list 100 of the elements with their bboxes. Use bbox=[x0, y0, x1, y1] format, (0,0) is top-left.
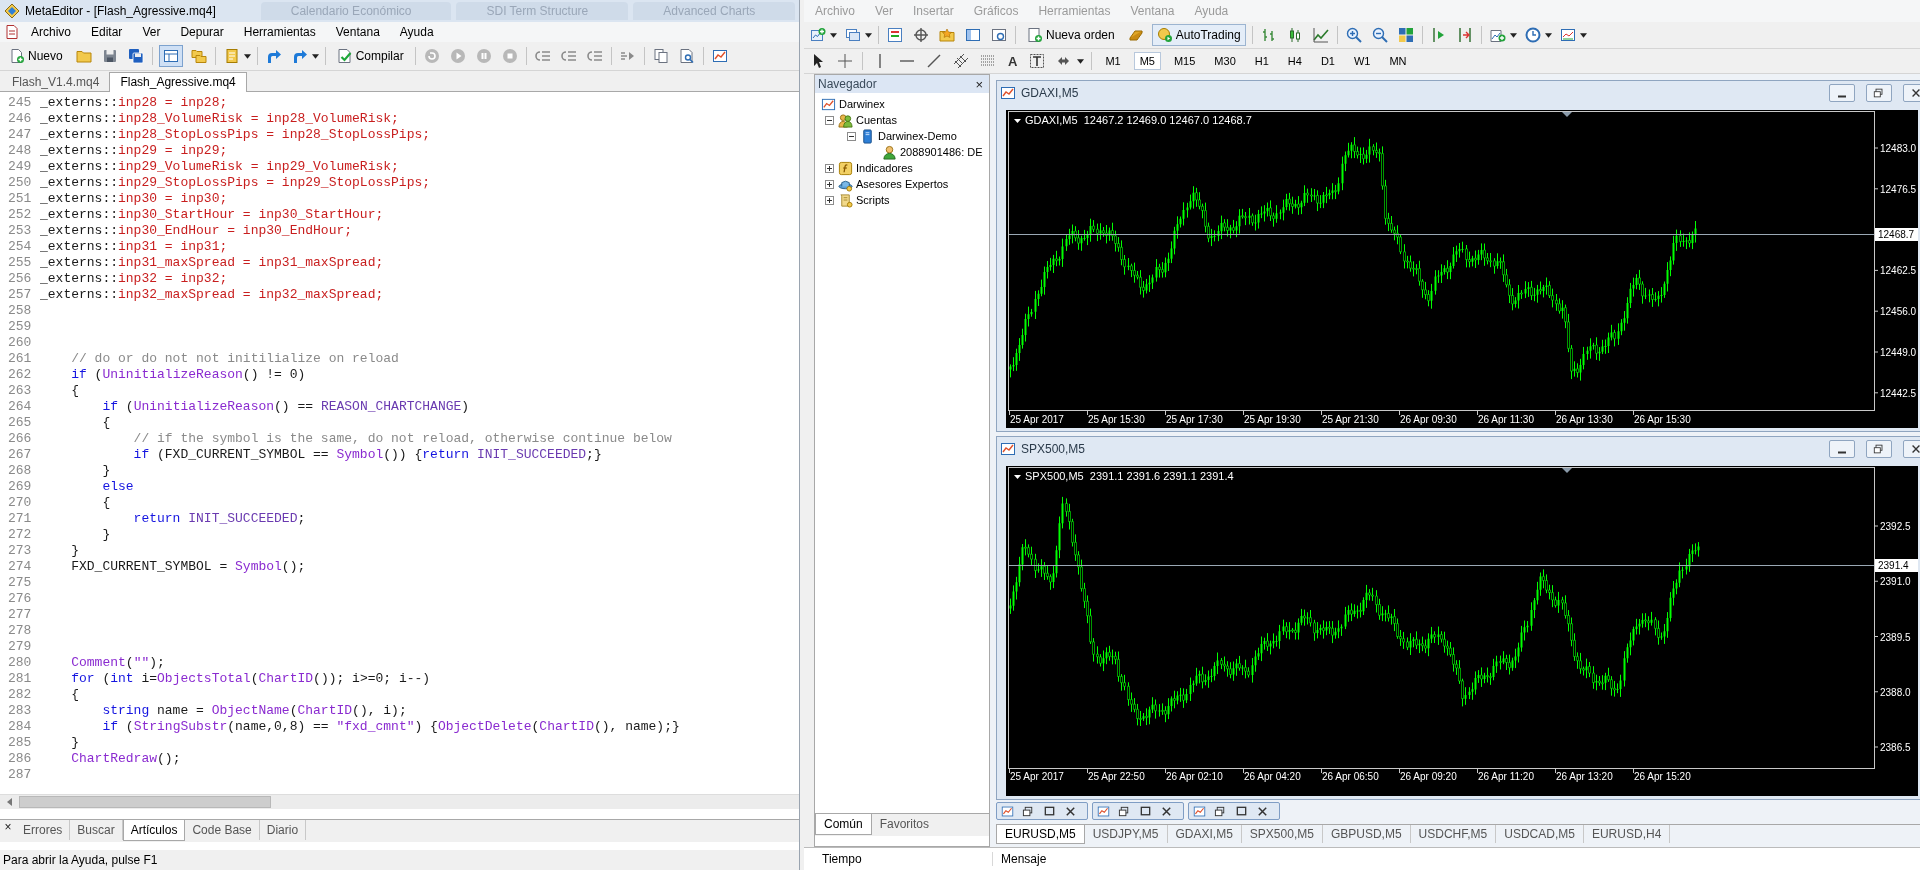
chart-tab[interactable]: USDJPY,M5 bbox=[1084, 825, 1168, 843]
caret-icon[interactable] bbox=[830, 32, 837, 38]
timeframe-button[interactable]: W1 bbox=[1347, 52, 1377, 70]
panel-tab[interactable]: Favoritos bbox=[871, 814, 938, 834]
close-icon[interactable] bbox=[1160, 804, 1173, 818]
list-icon[interactable] bbox=[586, 48, 603, 64]
expand-box-icon[interactable] bbox=[825, 163, 834, 173]
horizontal-scrollbar[interactable] bbox=[0, 794, 799, 809]
timeframe-button[interactable]: M15 bbox=[1167, 52, 1202, 70]
copy-icon[interactable] bbox=[652, 48, 669, 64]
tree-item[interactable]: Cuentas bbox=[856, 114, 897, 126]
timeframe-button[interactable]: H4 bbox=[1281, 52, 1308, 70]
menu-item[interactable]: Depurar bbox=[171, 24, 233, 40]
tile-icon[interactable] bbox=[1397, 27, 1414, 43]
caret-icon[interactable] bbox=[243, 53, 251, 59]
tree-item[interactable]: Darwinex bbox=[839, 98, 885, 110]
chart-tab[interactable]: SPX500,M5 bbox=[1241, 825, 1323, 843]
maximize-icon[interactable] bbox=[1139, 804, 1152, 818]
timeframe-button[interactable]: MN bbox=[1383, 52, 1413, 70]
caret-icon[interactable] bbox=[1579, 32, 1587, 38]
curved-arrow-icon[interactable] bbox=[265, 48, 282, 64]
search-file-icon[interactable] bbox=[678, 48, 695, 64]
layout-toggle[interactable] bbox=[158, 45, 183, 67]
save-icon[interactable] bbox=[101, 48, 118, 64]
text-label-icon[interactable] bbox=[1029, 53, 1046, 69]
menu-item[interactable]: Herramientas bbox=[234, 24, 325, 40]
chart-tab[interactable]: EURUSD,M5 bbox=[996, 825, 1085, 844]
close-button[interactable]: × bbox=[0, 820, 16, 834]
tree-item[interactable]: Asesores Expertos bbox=[856, 178, 949, 190]
expand-box-icon[interactable] bbox=[825, 179, 834, 189]
restore-icon[interactable] bbox=[1118, 804, 1131, 818]
panel-icon[interactable] bbox=[965, 27, 981, 43]
maximize-icon[interactable] bbox=[1043, 804, 1056, 818]
restore-icon[interactable] bbox=[1214, 804, 1227, 818]
tester-icon[interactable] bbox=[991, 27, 1007, 43]
zoom-out-icon[interactable] bbox=[1371, 27, 1388, 43]
close-icon[interactable] bbox=[1064, 804, 1077, 818]
menu-item[interactable]: Ayuda bbox=[390, 24, 443, 40]
template-icon[interactable] bbox=[1559, 27, 1576, 43]
menu-item[interactable]: Ventana bbox=[326, 24, 389, 40]
folders-icon[interactable] bbox=[190, 48, 207, 64]
chart-shift-icon[interactable] bbox=[1456, 27, 1473, 43]
restore-icon[interactable] bbox=[1022, 804, 1035, 818]
menu-item[interactable]: Archivo bbox=[22, 24, 80, 40]
scrollbar-thumb[interactable] bbox=[19, 796, 271, 808]
close-icon[interactable] bbox=[1256, 804, 1269, 818]
toolbox-tab[interactable]: Code Base bbox=[185, 820, 260, 840]
text-tool[interactable]: A bbox=[1005, 53, 1021, 69]
file-tab[interactable]: Flash_Agressive.mq4 bbox=[109, 72, 247, 92]
shift-marker-icon[interactable] bbox=[1562, 468, 1572, 473]
chart-tab[interactable]: GBPUSD,M5 bbox=[1322, 825, 1411, 843]
minimized-window[interactable] bbox=[1092, 802, 1184, 820]
chart-tab[interactable]: USDCAD,M5 bbox=[1496, 825, 1584, 843]
new-button[interactable]: Nuevo bbox=[4, 45, 68, 67]
panel-tab[interactable]: Común bbox=[815, 814, 872, 835]
timeframe-button[interactable]: M1 bbox=[1099, 52, 1127, 70]
save-all-icon[interactable] bbox=[127, 48, 144, 64]
toolbox-tab[interactable]: Diario bbox=[259, 820, 307, 840]
caret-icon[interactable] bbox=[865, 32, 872, 38]
toolbox-tab[interactable]: Errores bbox=[16, 820, 71, 840]
compile-button[interactable]: Compilar bbox=[331, 45, 409, 67]
bar-chart-icon[interactable] bbox=[1260, 27, 1277, 43]
minimize-button[interactable] bbox=[1829, 440, 1855, 458]
zoom-in-icon[interactable] bbox=[1345, 27, 1362, 43]
chart-plus-icon[interactable] bbox=[810, 27, 826, 43]
restore-button[interactable] bbox=[1866, 84, 1892, 102]
minimize-button[interactable] bbox=[1829, 84, 1855, 102]
timeframe-button[interactable]: H1 bbox=[1248, 52, 1275, 70]
chart-tab[interactable]: GDAXI,M5 bbox=[1167, 825, 1242, 843]
toolbox-tab[interactable]: Buscar bbox=[70, 820, 123, 840]
chart-window-icon[interactable] bbox=[711, 48, 728, 64]
tree-item[interactable]: Darwinex-Demo bbox=[878, 130, 957, 142]
caret-icon[interactable] bbox=[311, 53, 319, 59]
maximize-icon[interactable] bbox=[1235, 804, 1248, 818]
autotrading-button[interactable]: AutoTrading bbox=[1151, 24, 1246, 46]
column-header[interactable]: Mensaje bbox=[993, 852, 1920, 866]
tree-item[interactable]: 2088901486: DE bbox=[900, 146, 983, 158]
minimized-window[interactable] bbox=[1188, 802, 1280, 820]
market-watch-icon[interactable] bbox=[887, 27, 903, 43]
document-icon[interactable] bbox=[4, 24, 20, 40]
caret-icon[interactable] bbox=[1014, 119, 1021, 123]
restore-button[interactable] bbox=[1866, 440, 1892, 458]
windows-icon[interactable] bbox=[845, 27, 861, 43]
timeframe-button[interactable]: M5 bbox=[1133, 52, 1161, 70]
trend-line-icon[interactable] bbox=[926, 53, 942, 69]
ingot-icon[interactable] bbox=[1127, 27, 1144, 43]
timeframe-button[interactable]: D1 bbox=[1314, 52, 1341, 70]
tree-item[interactable]: Scripts bbox=[856, 194, 890, 206]
expand-box-icon[interactable] bbox=[825, 195, 834, 205]
caret-icon[interactable] bbox=[1544, 32, 1552, 38]
caret-icon[interactable] bbox=[1077, 58, 1085, 64]
collapse-box-icon[interactable] bbox=[847, 131, 856, 141]
list-icon[interactable] bbox=[560, 48, 577, 64]
list-icon[interactable] bbox=[534, 48, 551, 64]
chart-tab[interactable]: USDCHF,M5 bbox=[1410, 825, 1497, 843]
indicator-plus-icon[interactable] bbox=[1489, 27, 1506, 43]
caret-icon[interactable] bbox=[1014, 475, 1021, 479]
menu-item[interactable]: Editar bbox=[82, 24, 132, 40]
menu-item[interactable]: Ver bbox=[133, 24, 170, 40]
channel-icon[interactable] bbox=[953, 53, 969, 69]
